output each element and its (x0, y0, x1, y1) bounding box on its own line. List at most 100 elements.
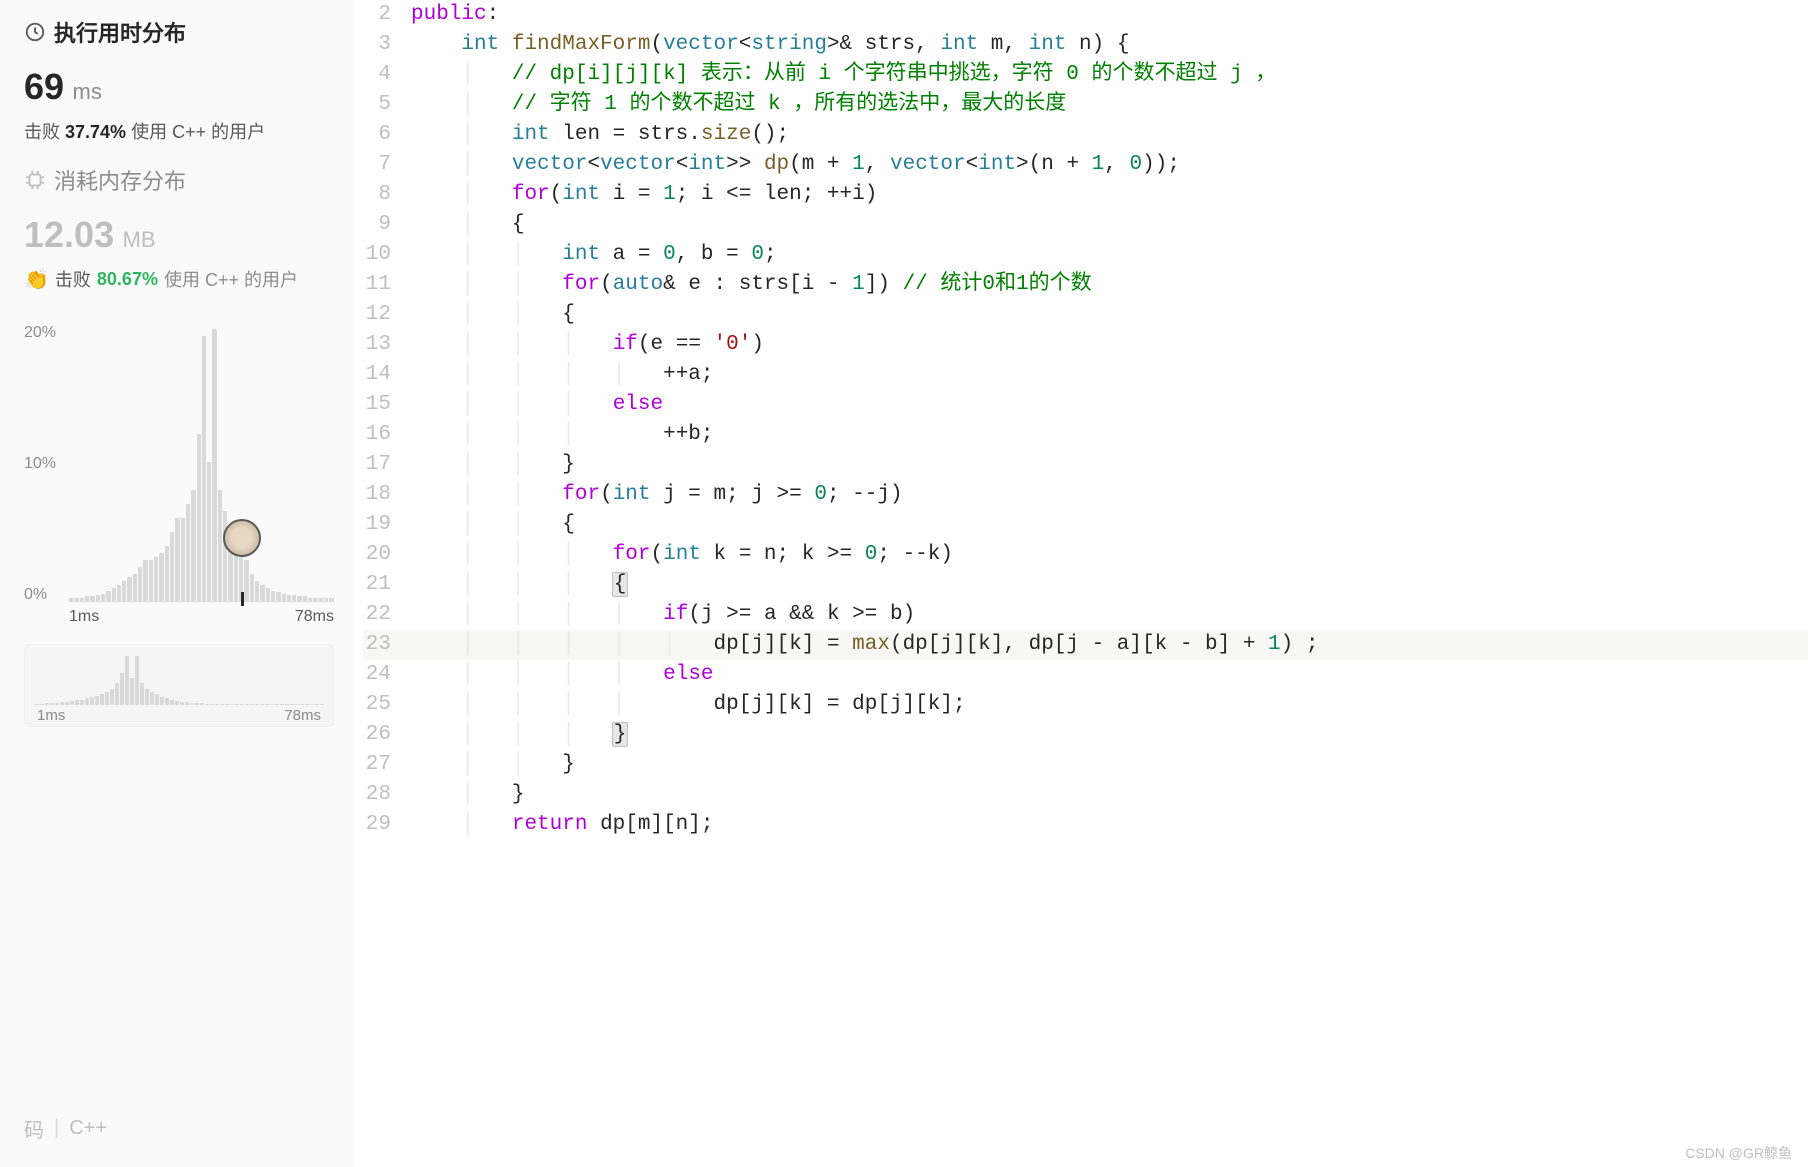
code-line[interactable]: 29 │ return dp[m][n]; (363, 810, 1808, 840)
chart-bar[interactable] (122, 581, 126, 602)
chart-bar[interactable] (186, 504, 190, 602)
chart-bar[interactable] (133, 574, 137, 602)
chart-bar[interactable] (276, 592, 280, 602)
chart-bar[interactable] (329, 598, 333, 602)
code-content[interactable]: │ │ │ else (411, 390, 1808, 420)
chart-bar[interactable] (297, 596, 301, 602)
chart-bar[interactable] (218, 490, 222, 602)
chart-bar[interactable] (255, 581, 259, 602)
code-line[interactable]: 23 │ │ │ │ │ dp[j][k] = max(dp[j][k], dp… (363, 630, 1808, 660)
code-content[interactable]: │ │ │ ++b; (411, 420, 1808, 450)
chart-bar[interactable] (69, 598, 73, 602)
code-content[interactable]: │ for(int i = 1; i <= len; ++i) (411, 180, 1808, 210)
chart-bar[interactable] (143, 560, 147, 602)
chart-bar[interactable] (175, 518, 179, 602)
chart-bar[interactable] (244, 560, 248, 602)
code-content[interactable]: │ │ { (411, 510, 1808, 540)
code-line[interactable]: 28 │ } (363, 780, 1808, 810)
code-content[interactable]: public: (411, 0, 1808, 30)
code-line[interactable]: 27 │ │ } (363, 750, 1808, 780)
chart-bar[interactable] (271, 591, 275, 602)
chart-bar[interactable] (287, 595, 291, 602)
chart-bar[interactable] (117, 585, 121, 602)
chart-bar[interactable] (266, 588, 270, 602)
code-content[interactable]: │ │ │ │ dp[j][k] = dp[j][k]; (411, 690, 1808, 720)
code-content[interactable]: │ │ │ { (411, 570, 1808, 600)
code-line[interactable]: 7 │ vector<vector<int>> dp(m + 1, vector… (363, 150, 1808, 180)
code-line[interactable]: 26 │ │ │ } (363, 720, 1808, 750)
code-content[interactable]: │ │ │ │ │ dp[j][k] = max(dp[j][k], dp[j … (411, 630, 1808, 660)
chart-bar[interactable] (308, 598, 312, 602)
code-line[interactable]: 12 │ │ { (363, 300, 1808, 330)
chart-bar[interactable] (106, 591, 110, 602)
code-line[interactable]: 9 │ { (363, 210, 1808, 240)
code-content[interactable]: │ vector<vector<int>> dp(m + 1, vector<i… (411, 150, 1808, 180)
mini-chart[interactable]: 1ms 78ms (24, 644, 334, 727)
code-line[interactable]: 6 │ int len = strs.size(); (363, 120, 1808, 150)
code-content[interactable]: │ return dp[m][n]; (411, 810, 1808, 840)
code-editor[interactable]: 2public:3 int findMaxForm(vector<string>… (355, 0, 1808, 1167)
chart-bar[interactable] (207, 462, 211, 602)
code-content[interactable]: │ │ │ │ ++a; (411, 360, 1808, 390)
chart-bar[interactable] (212, 329, 216, 602)
code-line[interactable]: 24 │ │ │ │ else (363, 660, 1808, 690)
code-line[interactable]: 8 │ for(int i = 1; i <= len; ++i) (363, 180, 1808, 210)
code-line[interactable]: 5 │ // 字符 1 的个数不超过 k ，所有的选法中，最大的长度 (363, 90, 1808, 120)
code-content[interactable]: │ │ │ │ else (411, 660, 1808, 690)
tab-lang[interactable]: C++ (69, 1117, 107, 1140)
chart-bars[interactable] (69, 324, 334, 604)
code-content[interactable]: int findMaxForm(vector<string>& strs, in… (411, 30, 1808, 60)
user-avatar-marker[interactable] (223, 519, 261, 557)
chart-bar[interactable] (90, 596, 94, 602)
chart-bar[interactable] (181, 518, 185, 602)
chart-bar[interactable] (260, 585, 264, 602)
code-content[interactable]: │ │ int a = 0, b = 0; (411, 240, 1808, 270)
tab-code[interactable]: 码 (24, 1114, 44, 1143)
code-content[interactable]: │ │ } (411, 750, 1808, 780)
code-line[interactable]: 21 │ │ │ { (363, 570, 1808, 600)
chart-bar[interactable] (170, 532, 174, 602)
code-content[interactable]: │ │ } (411, 450, 1808, 480)
code-content[interactable]: │ │ │ } (411, 720, 1808, 750)
chart-bar[interactable] (85, 596, 89, 602)
code-line[interactable]: 18 │ │ for(int j = m; j >= 0; --j) (363, 480, 1808, 510)
code-line[interactable]: 10 │ │ int a = 0, b = 0; (363, 240, 1808, 270)
chart-bar[interactable] (282, 594, 286, 602)
code-line[interactable]: 20 │ │ │ for(int k = n; k >= 0; --k) (363, 540, 1808, 570)
chart-bar[interactable] (138, 567, 142, 602)
code-line[interactable]: 16 │ │ │ ++b; (363, 420, 1808, 450)
code-line[interactable]: 25 │ │ │ │ dp[j][k] = dp[j][k]; (363, 690, 1808, 720)
chart-bar[interactable] (202, 336, 206, 602)
code-content[interactable]: │ │ { (411, 300, 1808, 330)
chart-bar[interactable] (74, 598, 78, 602)
chart-bar[interactable] (80, 598, 84, 602)
code-content[interactable]: │ int len = strs.size(); (411, 120, 1808, 150)
code-content[interactable]: │ │ │ if(e == '0') (411, 330, 1808, 360)
code-line[interactable]: 11 │ │ for(auto& e : strs[i - 1]) // 统计0… (363, 270, 1808, 300)
code-content[interactable]: │ // 字符 1 的个数不超过 k ，所有的选法中，最大的长度 (411, 90, 1808, 120)
code-line[interactable]: 17 │ │ } (363, 450, 1808, 480)
code-line[interactable]: 22 │ │ │ │ if(j >= a && k >= b) (363, 600, 1808, 630)
code-content[interactable]: │ │ for(int j = m; j >= 0; --j) (411, 480, 1808, 510)
code-content[interactable]: │ { (411, 210, 1808, 240)
code-line[interactable]: 19 │ │ { (363, 510, 1808, 540)
code-line[interactable]: 15 │ │ │ else (363, 390, 1808, 420)
code-line[interactable]: 4 │ // dp[i][j][k] 表示：从前 i 个字符串中挑选，字符 0 … (363, 60, 1808, 90)
chart-bar[interactable] (127, 577, 131, 602)
code-content[interactable]: │ } (411, 780, 1808, 810)
chart-bar[interactable] (154, 557, 158, 602)
chart-bar[interactable] (112, 588, 116, 602)
chart-bar[interactable] (96, 595, 100, 602)
code-line[interactable]: 3 int findMaxForm(vector<string>& strs, … (363, 30, 1808, 60)
chart-bar[interactable] (303, 596, 307, 602)
chart-bar[interactable] (159, 553, 163, 602)
code-line[interactable]: 14 │ │ │ │ ++a; (363, 360, 1808, 390)
chart-bar[interactable] (319, 598, 323, 602)
code-content[interactable]: │ │ for(auto& e : strs[i - 1]) // 统计0和1的… (411, 270, 1808, 300)
code-content[interactable]: │ │ │ │ if(j >= a && k >= b) (411, 600, 1808, 630)
chart-bar[interactable] (197, 434, 201, 602)
chart-bar[interactable] (101, 594, 105, 602)
code-line[interactable]: 2public: (363, 0, 1808, 30)
chart-bar[interactable] (324, 598, 328, 602)
chart-bar[interactable] (250, 574, 254, 602)
